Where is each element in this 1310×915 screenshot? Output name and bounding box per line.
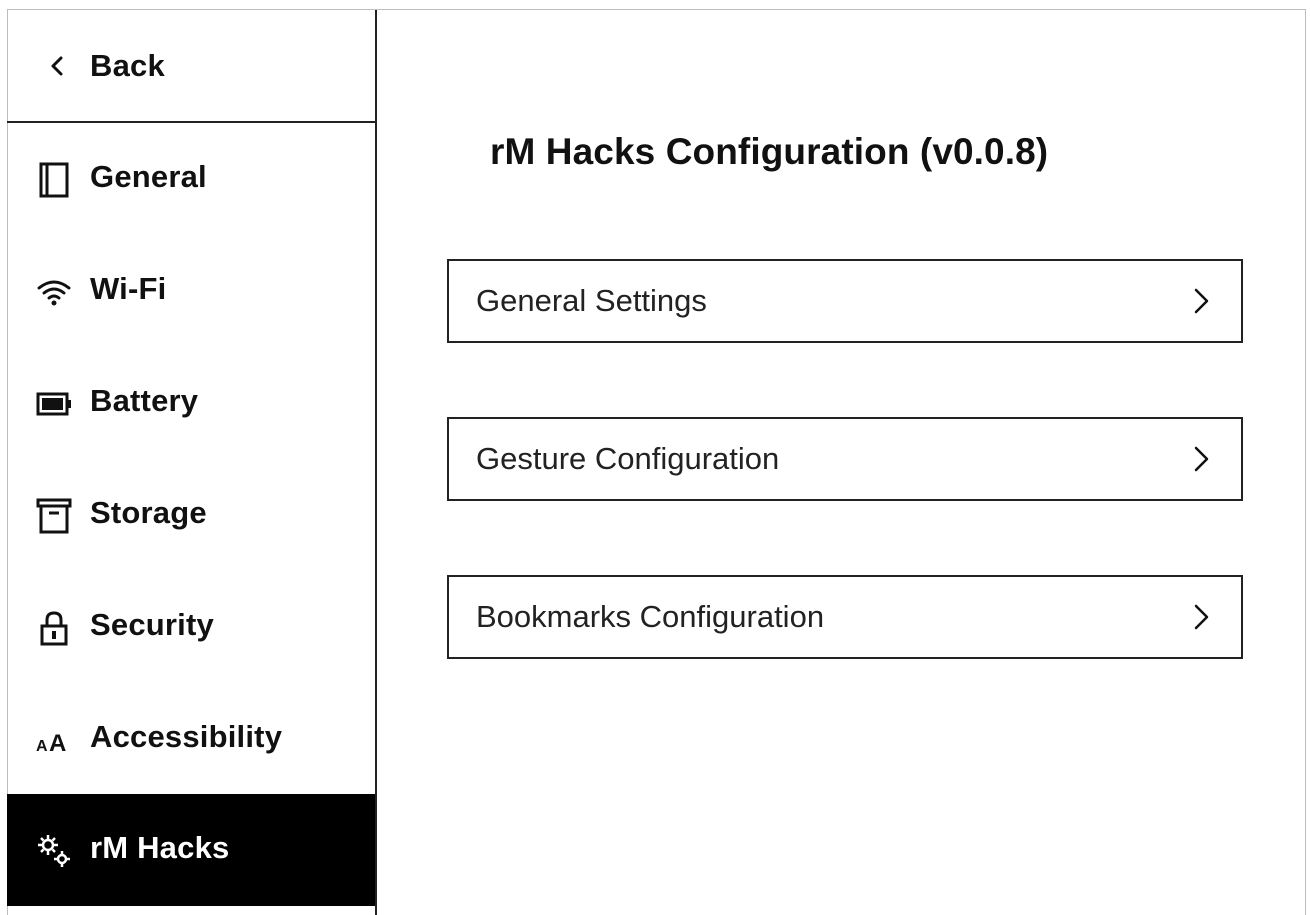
sidebar-item-label: rM Hacks bbox=[90, 830, 230, 865]
sidebar-item-accessibility[interactable]: A A Accessibility bbox=[7, 683, 375, 795]
menu-row-label: Bookmarks Configuration bbox=[476, 599, 825, 634]
chevron-right-icon bbox=[1194, 288, 1209, 314]
menu-row-label: General Settings bbox=[476, 283, 707, 318]
tablet-icon bbox=[39, 162, 69, 198]
menu-row-general-settings[interactable]: General Settings bbox=[447, 259, 1243, 343]
main-content: rM Hacks Configuration (v0.0.8) General … bbox=[377, 10, 1306, 915]
sidebar-item-storage[interactable]: Storage bbox=[7, 459, 375, 571]
lock-icon bbox=[40, 611, 68, 646]
back-label: Back bbox=[90, 48, 165, 83]
text-size-icon: A A bbox=[36, 730, 66, 757]
sidebar-item-general[interactable]: General bbox=[7, 123, 375, 235]
svg-text:A: A bbox=[49, 730, 66, 757]
sidebar-item-label: Accessibility bbox=[90, 719, 283, 754]
sidebar-item-rm-hacks[interactable]: rM Hacks bbox=[7, 794, 375, 906]
menu-row-bookmarks-configuration[interactable]: Bookmarks Configuration bbox=[447, 575, 1243, 659]
settings-screen: Back General Wi-Fi Battery Storage Secur… bbox=[0, 0, 1310, 915]
page-title: rM Hacks Configuration (v0.0.8) bbox=[490, 131, 1049, 172]
sidebar-item-label: Wi-Fi bbox=[90, 271, 167, 306]
sidebar-item-wifi[interactable]: Wi-Fi bbox=[7, 235, 375, 347]
back-button[interactable]: Back bbox=[7, 10, 375, 123]
battery-icon bbox=[36, 392, 71, 416]
storage-box-icon bbox=[36, 498, 72, 534]
chevron-right-icon bbox=[1194, 604, 1209, 630]
gears-icon bbox=[38, 835, 70, 867]
svg-text:A: A bbox=[36, 738, 48, 755]
sidebar-item-battery[interactable]: Battery bbox=[7, 347, 375, 459]
sidebar-item-label: Battery bbox=[90, 383, 199, 418]
sidebar-item-label: Storage bbox=[90, 495, 207, 530]
sidebar-item-label: Security bbox=[90, 607, 214, 642]
sidebar-item-label: General bbox=[90, 159, 207, 194]
wifi-icon bbox=[37, 280, 71, 306]
menu-row-label: Gesture Configuration bbox=[476, 441, 780, 476]
chevron-right-icon bbox=[1194, 446, 1209, 472]
settings-sidebar: Back General Wi-Fi Battery Storage Secur… bbox=[7, 10, 377, 915]
sidebar-item-security[interactable]: Security bbox=[7, 571, 375, 683]
menu-row-gesture-configuration[interactable]: Gesture Configuration bbox=[447, 417, 1243, 501]
chevron-left-icon bbox=[51, 56, 63, 76]
